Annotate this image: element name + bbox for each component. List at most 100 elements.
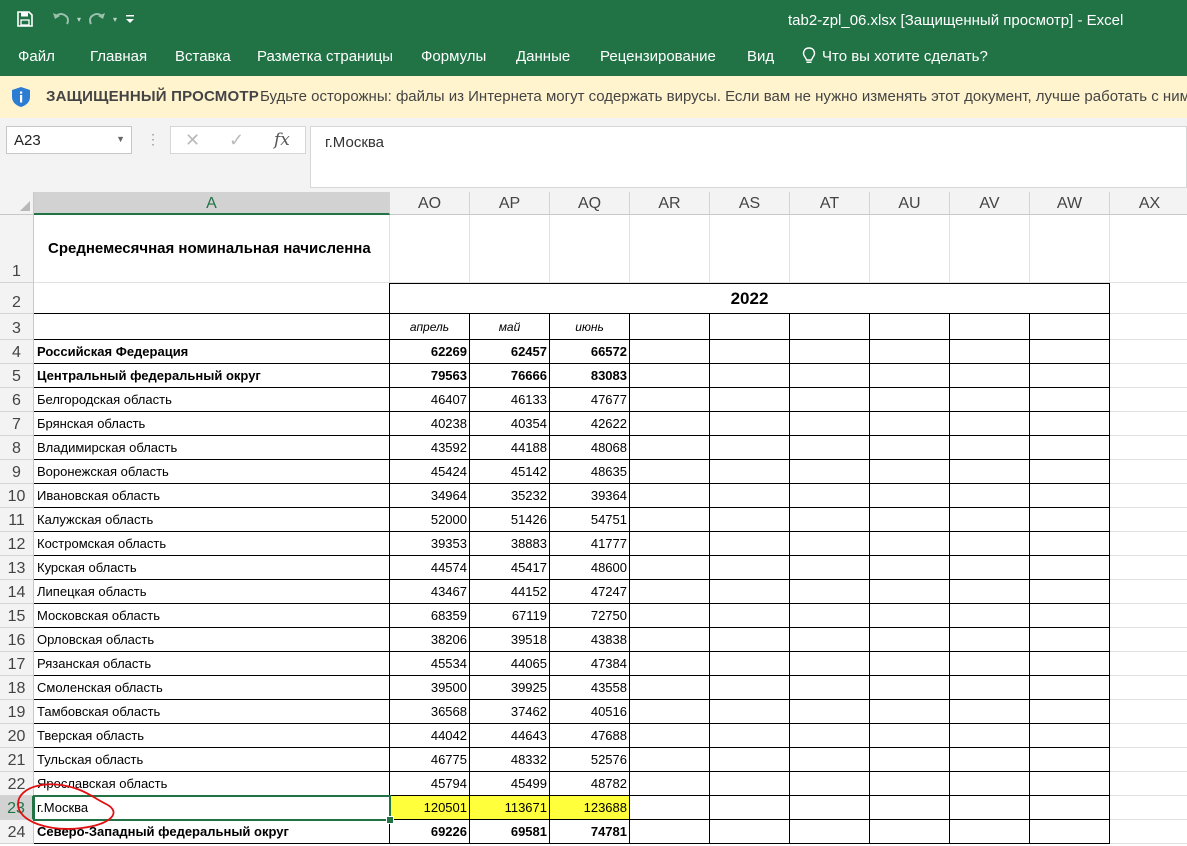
cell[interactable]	[790, 532, 870, 556]
region-name-cell[interactable]: Тамбовская область	[34, 700, 390, 724]
cell[interactable]	[1030, 412, 1110, 436]
cell[interactable]	[870, 460, 950, 484]
cell[interactable]	[630, 628, 710, 652]
cell[interactable]	[1030, 796, 1110, 820]
region-name-cell[interactable]: Российская Федерация	[34, 340, 390, 364]
cell[interactable]	[950, 772, 1030, 796]
cell[interactable]	[630, 314, 710, 340]
tab-insert[interactable]: Вставка	[175, 48, 231, 65]
column-header-a[interactable]: A	[34, 192, 390, 215]
cell[interactable]	[1110, 436, 1187, 460]
cell[interactable]	[870, 700, 950, 724]
value-cell[interactable]: 48068	[550, 436, 630, 460]
value-cell[interactable]: 69226	[390, 820, 470, 844]
year-header-cell[interactable]: 2022	[390, 283, 1110, 314]
value-cell[interactable]: 37462	[470, 700, 550, 724]
region-name-cell[interactable]: Северо-Западный федеральный округ	[34, 820, 390, 844]
region-name-cell[interactable]: Тверская область	[34, 724, 390, 748]
cell[interactable]	[870, 388, 950, 412]
cell[interactable]	[710, 796, 790, 820]
cell[interactable]	[950, 314, 1030, 340]
region-name-cell[interactable]: Московская область	[34, 604, 390, 628]
value-cell[interactable]: 62269	[390, 340, 470, 364]
value-cell[interactable]: 69581	[470, 820, 550, 844]
region-name-cell[interactable]: Владимирская область	[34, 436, 390, 460]
value-cell[interactable]: 120501	[390, 796, 470, 820]
cell[interactable]	[710, 314, 790, 340]
formula-bar-grip-icon[interactable]: ⋮	[146, 131, 160, 148]
column-header-ap[interactable]: AP	[470, 192, 550, 215]
cell[interactable]	[870, 436, 950, 460]
cell[interactable]	[870, 604, 950, 628]
value-cell[interactable]: 38206	[390, 628, 470, 652]
fill-handle[interactable]	[386, 816, 394, 824]
cell[interactable]	[1030, 436, 1110, 460]
cell[interactable]	[710, 652, 790, 676]
tab-page-layout[interactable]: Разметка страницы	[257, 48, 393, 65]
cell[interactable]	[1030, 532, 1110, 556]
formula-input[interactable]: г.Москва	[310, 126, 1187, 188]
cell[interactable]	[790, 772, 870, 796]
cell[interactable]	[710, 364, 790, 388]
value-cell[interactable]: 46133	[470, 388, 550, 412]
cell[interactable]	[710, 820, 790, 844]
cell[interactable]	[790, 700, 870, 724]
cell[interactable]	[1110, 676, 1187, 700]
cell[interactable]	[1030, 556, 1110, 580]
cell[interactable]	[790, 652, 870, 676]
month-header-cell[interactable]: май	[470, 314, 550, 340]
cell[interactable]	[710, 556, 790, 580]
month-header-cell[interactable]: июнь	[550, 314, 630, 340]
cell[interactable]	[630, 484, 710, 508]
cell[interactable]	[710, 215, 790, 283]
value-cell[interactable]: 48635	[550, 460, 630, 484]
cell[interactable]	[870, 628, 950, 652]
cell[interactable]	[1110, 556, 1187, 580]
region-name-cell[interactable]: Курская область	[34, 556, 390, 580]
cell[interactable]	[870, 215, 950, 283]
tab-formulas[interactable]: Формулы	[421, 48, 486, 65]
cell[interactable]	[1110, 508, 1187, 532]
cell[interactable]	[630, 556, 710, 580]
value-cell[interactable]: 43558	[550, 676, 630, 700]
save-button[interactable]	[14, 6, 36, 32]
sheet-title-cell[interactable]: Среднемесячная номинальная начисленна	[34, 215, 390, 283]
cancel-icon[interactable]: ✕	[185, 130, 200, 151]
tab-data[interactable]: Данные	[516, 48, 570, 65]
cell[interactable]	[790, 820, 870, 844]
cell[interactable]	[1110, 215, 1187, 283]
region-name-cell[interactable]: Костромская область	[34, 532, 390, 556]
cell[interactable]	[950, 796, 1030, 820]
column-header-ao[interactable]: AO	[390, 192, 470, 215]
cell[interactable]	[950, 388, 1030, 412]
value-cell[interactable]: 47247	[550, 580, 630, 604]
chevron-down-icon[interactable]: ▼	[116, 134, 125, 144]
row-header-8[interactable]: 8	[0, 436, 34, 460]
cell[interactable]	[1110, 340, 1187, 364]
cell[interactable]	[870, 748, 950, 772]
value-cell[interactable]: 44042	[390, 724, 470, 748]
cell[interactable]	[630, 412, 710, 436]
cell[interactable]	[390, 215, 470, 283]
cell[interactable]	[34, 314, 390, 340]
cell[interactable]	[1110, 700, 1187, 724]
cell[interactable]	[1030, 652, 1110, 676]
cell[interactable]	[1030, 820, 1110, 844]
row-header-13[interactable]: 13	[0, 556, 34, 580]
name-box[interactable]: A23 ▼	[6, 126, 132, 154]
cell[interactable]	[1110, 364, 1187, 388]
value-cell[interactable]: 43467	[390, 580, 470, 604]
value-cell[interactable]: 44643	[470, 724, 550, 748]
cell[interactable]	[870, 724, 950, 748]
cell[interactable]	[1030, 314, 1110, 340]
cell[interactable]	[790, 724, 870, 748]
cell[interactable]	[870, 340, 950, 364]
region-name-cell[interactable]: Липецкая область	[34, 580, 390, 604]
cell[interactable]	[950, 652, 1030, 676]
cell[interactable]	[870, 556, 950, 580]
cell[interactable]	[1110, 820, 1187, 844]
row-header-14[interactable]: 14	[0, 580, 34, 604]
value-cell[interactable]: 51426	[470, 508, 550, 532]
value-cell[interactable]: 38883	[470, 532, 550, 556]
cell[interactable]	[870, 314, 950, 340]
